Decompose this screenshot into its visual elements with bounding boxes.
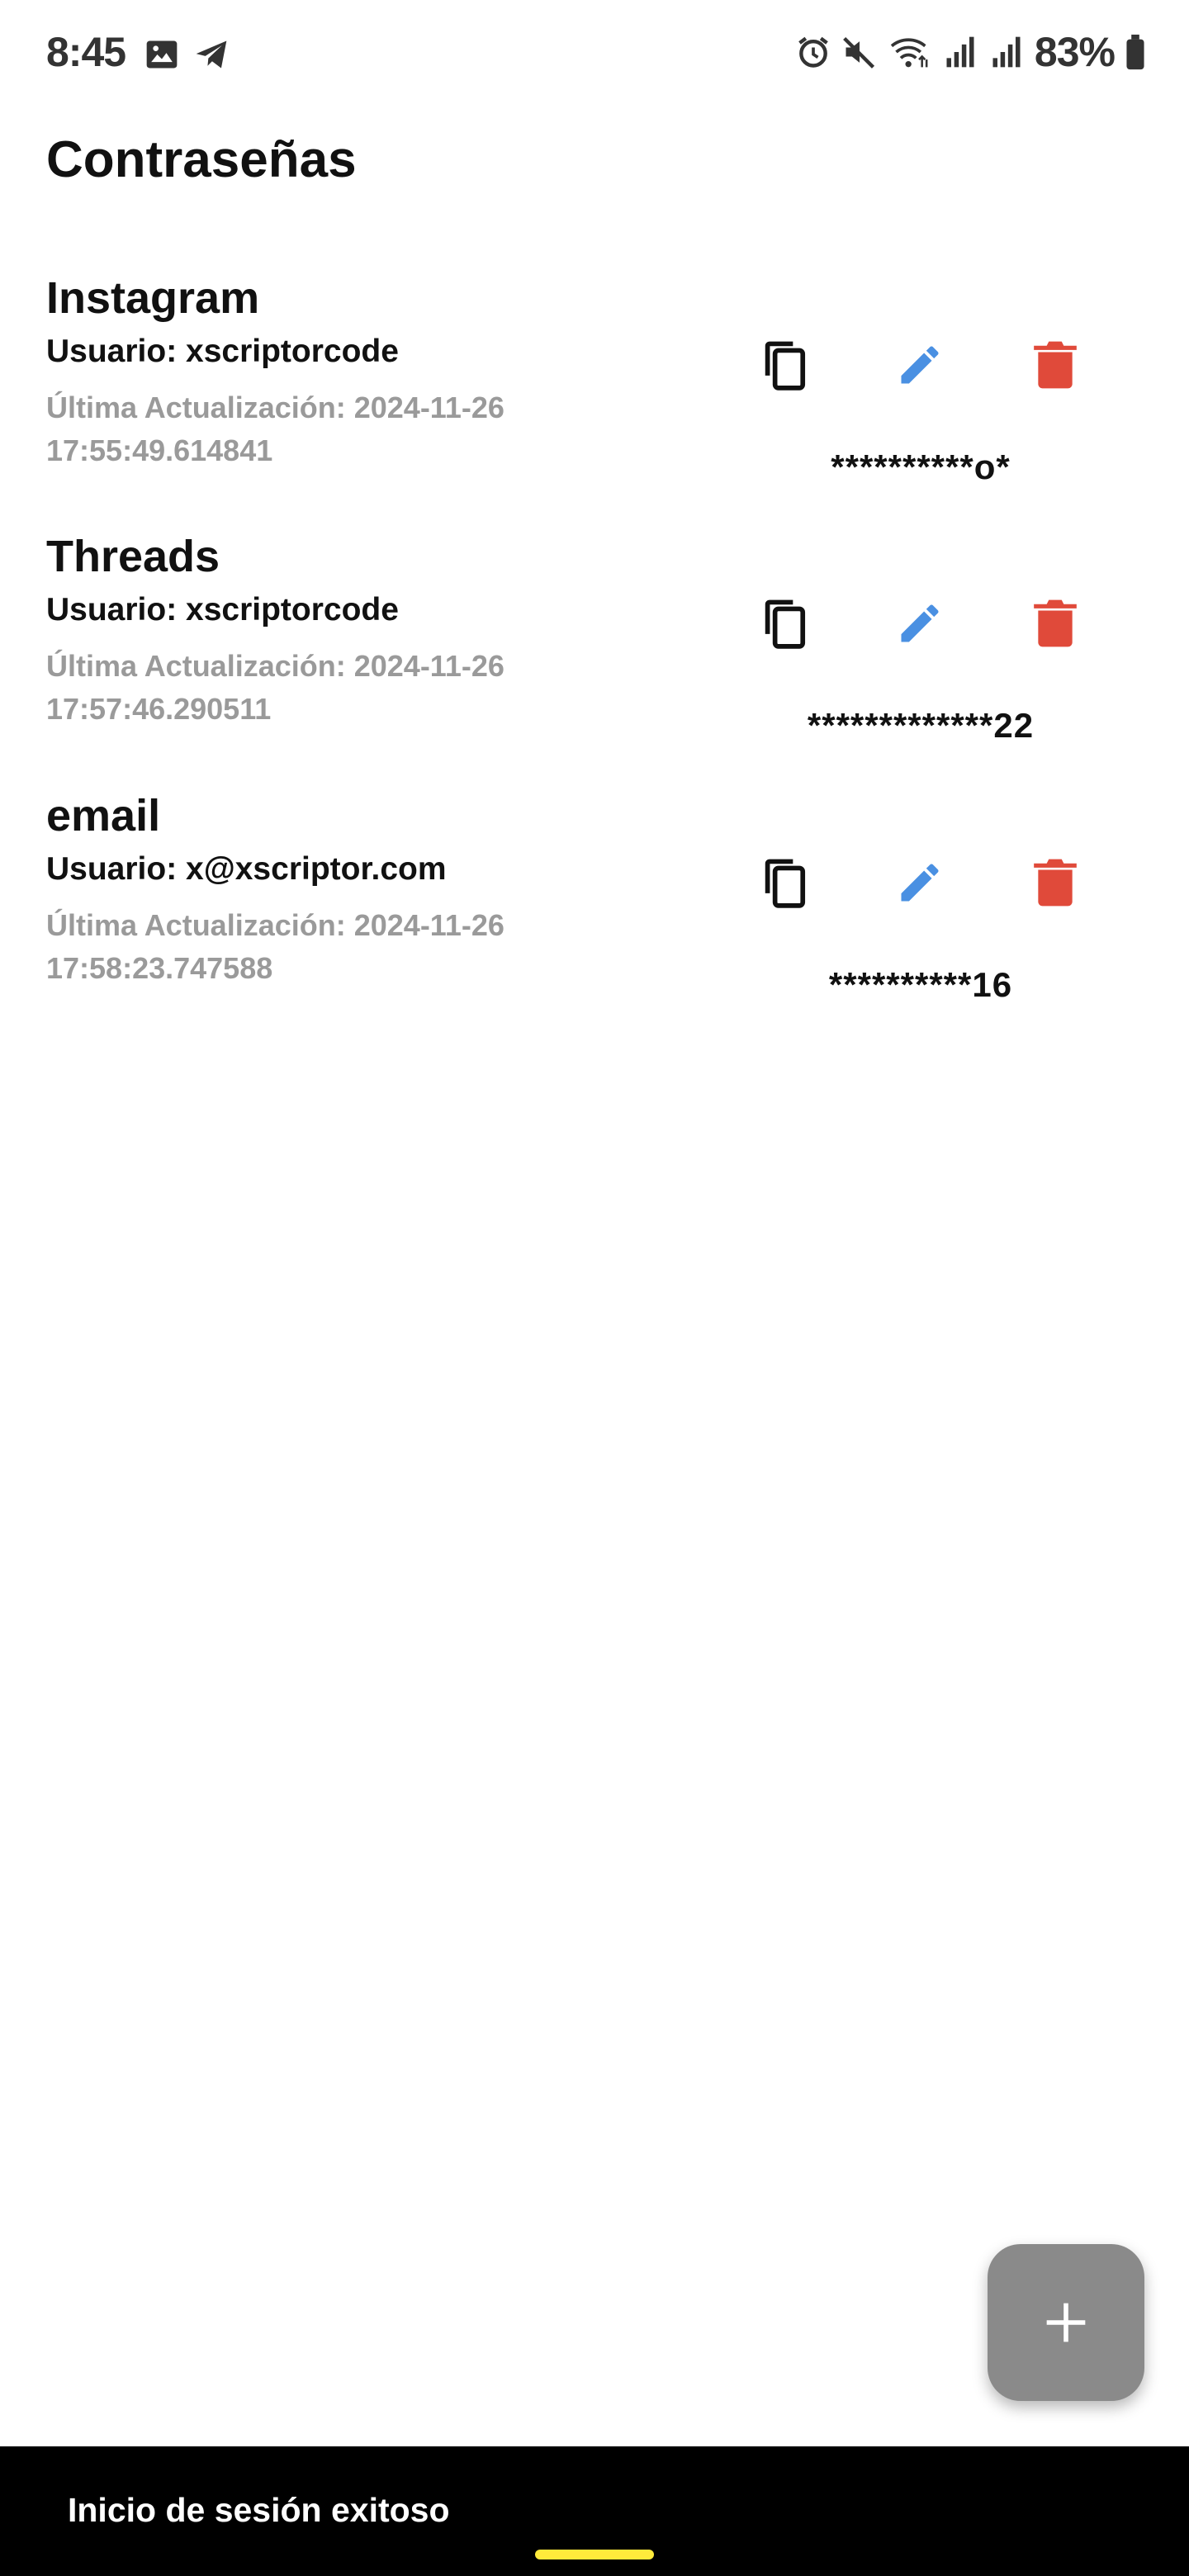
page-title: Contraseñas	[46, 131, 357, 188]
delete-button[interactable]	[1014, 841, 1097, 924]
edit-button[interactable]	[879, 582, 961, 665]
copy-icon	[765, 341, 806, 391]
copy-button[interactable]	[743, 841, 826, 924]
alarm-icon	[795, 34, 831, 70]
battery-percent: 83%	[1034, 29, 1116, 75]
entry-updated: Última Actualización: 2024-11-26 17:55:4…	[46, 391, 504, 467]
edit-icon	[901, 346, 939, 384]
notification-icons	[144, 36, 231, 77]
signal-icon	[942, 34, 978, 70]
plus-icon	[1046, 2303, 1086, 2342]
delete-icon	[1034, 341, 1077, 389]
entry-password: *************22	[807, 706, 1035, 745]
system-icons: 83%	[795, 28, 1146, 76]
wifi-icon	[888, 34, 932, 70]
delete-icon	[1034, 859, 1077, 907]
status-bar: 8:45 83%	[0, 0, 1189, 112]
entry-username: Usuario: xscriptorcode	[46, 334, 399, 369]
navigation-handle[interactable]	[535, 2550, 654, 2559]
signal-icon	[988, 34, 1025, 70]
delete-icon	[1034, 599, 1077, 647]
entry-name: Instagram	[46, 273, 260, 323]
status-time: 8:45	[46, 29, 126, 75]
entry-updated: Última Actualización: 2024-11-26 17:58:2…	[46, 908, 504, 985]
battery-icon	[1125, 33, 1146, 71]
add-password-button[interactable]	[988, 2244, 1144, 2401]
snackbar-message: Inicio de sesión exitoso	[68, 2491, 450, 2529]
copy-icon	[765, 859, 806, 908]
delete-button[interactable]	[1014, 324, 1097, 406]
list-item: Threads Usuario: xscriptorcode Última Ac…	[0, 531, 1189, 779]
mute-icon	[841, 34, 878, 70]
edit-button[interactable]	[879, 324, 961, 406]
gallery-icon	[144, 36, 180, 77]
entry-name: Threads	[46, 532, 220, 581]
copy-button[interactable]	[743, 582, 826, 665]
list-item: email Usuario: x@xscriptor.com Última Ac…	[0, 790, 1189, 1038]
entry-updated: Última Actualización: 2024-11-26 17:57:4…	[46, 649, 504, 726]
telegram-icon	[192, 36, 231, 77]
edit-button[interactable]	[879, 841, 961, 924]
edit-icon	[901, 604, 939, 642]
copy-button[interactable]	[743, 324, 826, 406]
delete-button[interactable]	[1014, 582, 1097, 665]
copy-icon	[765, 599, 806, 649]
entry-name: email	[46, 791, 161, 841]
edit-icon	[901, 864, 939, 902]
entry-password: **********o*	[831, 447, 1011, 486]
list-item: Instagram Usuario: xscriptorcode Última …	[0, 272, 1189, 520]
entry-username: Usuario: xscriptorcode	[46, 592, 399, 627]
entry-password: **********16	[828, 965, 1013, 1004]
entry-username: Usuario: x@xscriptor.com	[46, 851, 447, 887]
